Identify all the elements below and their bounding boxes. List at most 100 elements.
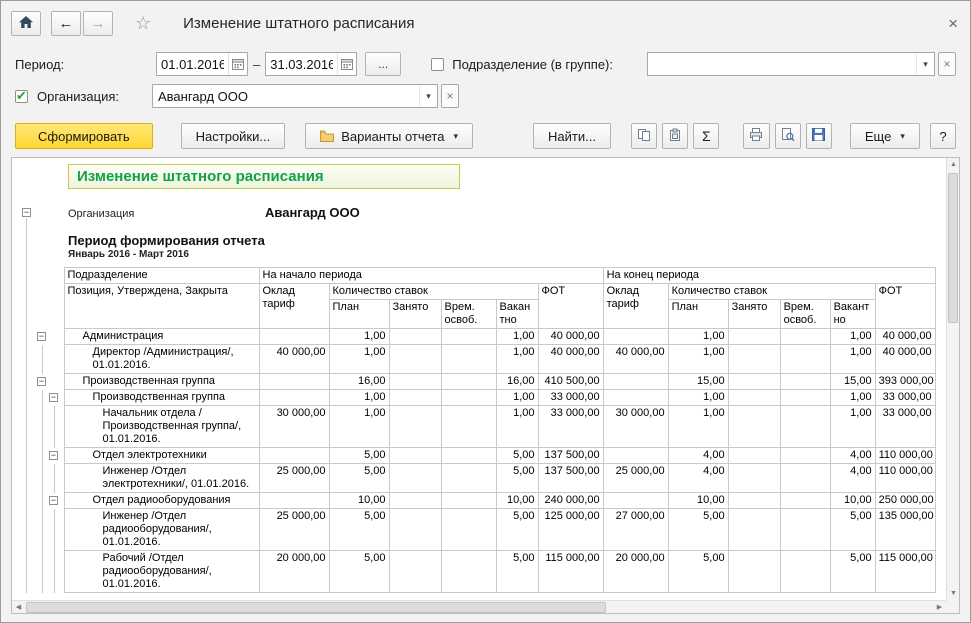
header-vacant: Вакантно <box>496 300 538 329</box>
scroll-down-icon[interactable]: ▼ <box>947 587 960 600</box>
report-variants-icon <box>320 130 334 142</box>
value-cell <box>389 329 441 345</box>
back-icon: ← <box>59 15 74 32</box>
history-nav: ← → <box>51 11 113 36</box>
collapse-group-icon[interactable]: − <box>37 377 46 386</box>
period-more-button[interactable]: ... <box>365 52 401 76</box>
tree-line <box>42 406 43 448</box>
chevron-down-icon[interactable]: ▾ <box>916 53 934 75</box>
forward-button[interactable]: → <box>83 11 113 36</box>
favorite-star-icon[interactable]: ☆ <box>135 13 151 34</box>
collapse-group-icon[interactable]: − <box>49 496 58 505</box>
period-from-input[interactable] <box>157 57 228 72</box>
value-cell: 4,00 <box>668 448 728 464</box>
header-vacant: Вакантно <box>830 300 875 329</box>
collapse-group-icon[interactable]: − <box>49 451 58 460</box>
value-cell: 1,00 <box>329 406 389 448</box>
value-cell: 33 000,00 <box>538 390 603 406</box>
value-cell: 110 000,00 <box>875 464 935 493</box>
value-cell <box>728 509 780 551</box>
chevron-down-icon: ▾ <box>900 131 905 142</box>
find-button[interactable]: Найти... <box>533 123 611 149</box>
value-cell: 5,00 <box>830 509 875 551</box>
department-clear-button[interactable]: × <box>938 52 956 76</box>
row-label-cell: Начальник отдела /Производственная групп… <box>64 406 259 448</box>
scroll-right-icon[interactable]: ▶ <box>933 601 946 614</box>
value-cell: 1,00 <box>496 329 538 345</box>
value-cell: 1,00 <box>329 329 389 345</box>
value-cell: 33 000,00 <box>538 406 603 448</box>
report-viewport: − Изменение штатного расписания Организа… <box>11 157 960 614</box>
tree-line <box>26 406 27 448</box>
more-button[interactable]: Еще ▾ <box>850 123 920 149</box>
value-cell: 137 500,00 <box>538 464 603 493</box>
close-icon[interactable]: × <box>948 15 958 32</box>
save-button[interactable] <box>806 123 832 149</box>
header-department: Подразделение <box>64 268 259 284</box>
back-button[interactable]: ← <box>51 11 81 36</box>
value-cell: 393 000,00 <box>875 374 935 390</box>
row-label-cell: Инженер /Отдел электротехники/, 01.01.20… <box>64 464 259 493</box>
organization-checkbox[interactable]: ✔ <box>15 90 28 103</box>
value-cell <box>728 551 780 593</box>
value-cell <box>389 493 441 509</box>
horizontal-scroll-thumb[interactable] <box>26 602 606 613</box>
vertical-scroll-thumb[interactable] <box>948 173 958 323</box>
value-cell: 1,00 <box>329 390 389 406</box>
collapse-group-icon[interactable]: − <box>37 332 46 341</box>
forward-icon: → <box>91 15 106 32</box>
value-cell: 5,00 <box>329 509 389 551</box>
scroll-up-icon[interactable]: ▲ <box>947 158 960 171</box>
value-cell <box>728 390 780 406</box>
scroll-left-icon[interactable]: ◀ <box>12 601 25 614</box>
value-cell: 10,00 <box>496 493 538 509</box>
print-preview-button[interactable] <box>775 123 801 149</box>
value-cell <box>780 374 830 390</box>
header-begin-period: На начало периода <box>259 268 603 284</box>
value-cell: 1,00 <box>496 390 538 406</box>
department-checkbox[interactable] <box>431 58 444 71</box>
value-cell: 115 000,00 <box>538 551 603 593</box>
organization-combo[interactable]: Авангард ООО ▾ <box>152 84 438 108</box>
value-cell <box>259 448 329 464</box>
sum-button[interactable]: Σ <box>693 123 719 149</box>
vertical-scrollbar[interactable]: ▲ ▼ <box>946 158 959 600</box>
value-cell <box>441 464 496 493</box>
settings-button[interactable]: Настройки... <box>181 123 286 149</box>
tree-line <box>54 406 55 448</box>
period-to-input[interactable] <box>266 57 337 72</box>
calendar-icon[interactable] <box>337 53 356 75</box>
value-cell: 1,00 <box>329 345 389 374</box>
value-cell <box>389 406 441 448</box>
help-button[interactable]: ? <box>930 123 956 149</box>
organization-clear-button[interactable]: × <box>441 84 459 108</box>
report-table: Подразделение На начало периода На конец… <box>12 267 936 593</box>
collapse-group-icon[interactable]: − <box>22 208 31 217</box>
header-fot: ФОТ <box>538 284 603 329</box>
report-row: −Производственная группа16,0016,00410 50… <box>12 374 935 390</box>
horizontal-scrollbar[interactable]: ◀ ▶ <box>12 600 946 613</box>
collapse-group-icon[interactable]: − <box>49 393 58 402</box>
value-cell: 40 000,00 <box>259 345 329 374</box>
department-combo[interactable]: ▾ <box>647 52 935 76</box>
home-button[interactable] <box>11 11 41 36</box>
organization-label: Организация: <box>37 89 152 104</box>
value-cell: 1,00 <box>830 345 875 374</box>
value-cell: 20 000,00 <box>603 551 668 593</box>
header-temp-free: Врем. освоб. <box>441 300 496 329</box>
value-cell <box>603 448 668 464</box>
print-button[interactable] <box>743 123 769 149</box>
clipboard-paste-button[interactable] <box>662 123 688 149</box>
generate-button[interactable]: Сформировать <box>15 123 153 149</box>
tree-line <box>42 464 43 493</box>
value-cell <box>259 390 329 406</box>
period-to-field <box>265 52 357 76</box>
calendar-icon[interactable] <box>228 53 247 75</box>
value-cell: 40 000,00 <box>875 329 935 345</box>
value-cell: 16,00 <box>329 374 389 390</box>
report-variants-button[interactable]: Варианты отчета ▾ <box>305 123 473 149</box>
clipboard-copy-button[interactable] <box>631 123 657 149</box>
value-cell: 5,00 <box>668 551 728 593</box>
value-cell <box>780 345 830 374</box>
chevron-down-icon[interactable]: ▾ <box>419 85 437 107</box>
